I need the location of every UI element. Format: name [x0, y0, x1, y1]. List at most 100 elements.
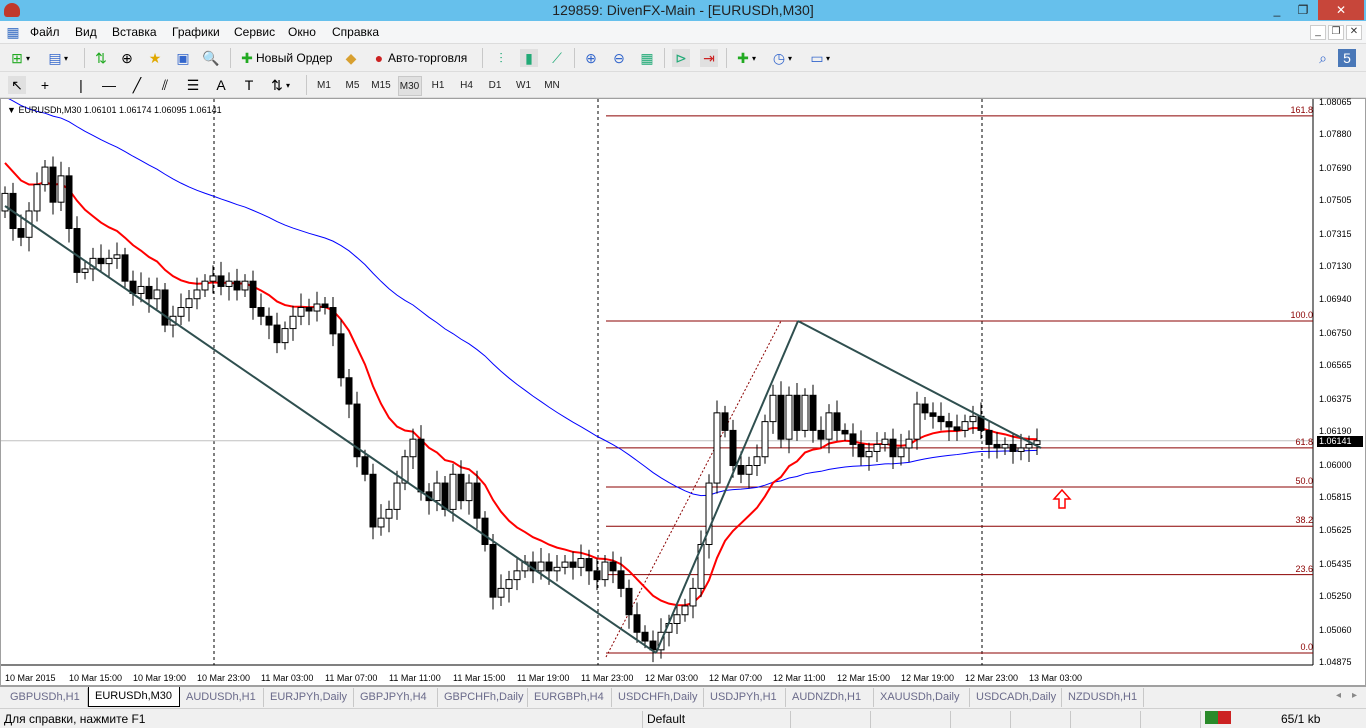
auto-trading-button[interactable]: ● Авто-торговля	[370, 48, 467, 68]
tab-usdchfh-daily[interactable]: USDCHFh,Daily	[612, 688, 704, 707]
tab-gbpusdh-h1[interactable]: GBPUSDh,H1	[4, 688, 88, 707]
chevron-down-icon[interactable]: ▾	[26, 54, 30, 63]
text-label-icon[interactable]: T	[240, 76, 258, 94]
connection-bars-icon	[1205, 711, 1231, 724]
timeframe-w1[interactable]: W1	[512, 76, 536, 96]
candle-body	[761, 421, 769, 458]
menu-file[interactable]: Файл	[30, 25, 60, 39]
chart-window-icon: ▦	[6, 24, 20, 40]
timeframe-m30[interactable]: M30	[397, 76, 422, 96]
tab-usdjpyh-h1[interactable]: USDJPYh,H1	[704, 688, 786, 707]
chevron-down-icon[interactable]: ▾	[64, 54, 68, 63]
chevron-down-icon[interactable]: ▾	[286, 81, 290, 90]
tab-xauusdh-daily[interactable]: XAUUSDh,Daily	[874, 688, 970, 707]
price-axis-label: 1.07690	[1319, 162, 1352, 173]
menu-window[interactable]: Окно	[288, 25, 316, 39]
tile-windows-icon[interactable]: ▦	[638, 49, 656, 67]
tab-scroll-left-icon[interactable]: ◂	[1336, 690, 1341, 701]
candle-body	[873, 443, 881, 452]
tab-audusdh-h1[interactable]: AUDUSDh,H1	[180, 688, 264, 707]
candle-body	[577, 558, 585, 568]
market-watch-icon[interactable]: ⇅	[92, 49, 110, 67]
trendline-icon[interactable]: ╱	[128, 76, 146, 94]
menu-insert[interactable]: Вставка	[112, 25, 157, 39]
fibonacci-retracement-icon[interactable]: ☰	[184, 76, 202, 94]
metaeditor-icon[interactable]: ◆	[342, 49, 360, 67]
timeframe-mn[interactable]: MN	[540, 76, 564, 96]
candle-body	[633, 614, 641, 633]
tab-eurjpyh-daily[interactable]: EURJPYh,Daily	[264, 688, 354, 707]
timeframe-m1[interactable]: M1	[312, 76, 336, 96]
menu-view[interactable]: Вид	[75, 25, 97, 39]
arrows-icon[interactable]: ⇅	[268, 76, 286, 94]
collapse-triangle-icon[interactable]: ▼	[7, 105, 16, 115]
terminal-icon[interactable]: ▣	[174, 49, 192, 67]
candle-body	[745, 465, 753, 475]
auto-scroll-icon[interactable]: ⊳	[672, 49, 690, 67]
new-chart-icon[interactable]: ⊞	[8, 49, 26, 67]
candlestick-icon[interactable]: ▮	[520, 49, 538, 67]
tab-gbpchfh-daily[interactable]: GBPCHFh,Daily	[438, 688, 528, 707]
equidistant-channel-icon[interactable]: ⫽	[156, 76, 174, 94]
timeframe-m15[interactable]: M15	[369, 76, 393, 96]
menu-charts[interactable]: Графики	[172, 25, 220, 39]
timeframe-m5[interactable]: M5	[341, 76, 365, 96]
candle-body	[849, 433, 857, 445]
vertical-line-icon[interactable]: |	[72, 76, 90, 94]
candle-body	[41, 166, 49, 186]
candle-body	[33, 184, 41, 212]
price-chart[interactable]	[1, 99, 1366, 687]
tab-scroll-right-icon[interactable]: ▸	[1352, 690, 1357, 701]
candle-body	[161, 289, 169, 326]
crosshair-icon[interactable]: +	[36, 76, 54, 94]
data-window-icon[interactable]: ⊕	[118, 49, 136, 67]
timeframe-h1[interactable]: H1	[426, 76, 450, 96]
strategy-tester-icon[interactable]: 🔍	[202, 49, 220, 67]
candle-body	[305, 307, 313, 312]
tab-gbpjpyh-h4[interactable]: GBPJPYh,H4	[354, 688, 438, 707]
time-axis-label: 11 Mar 07:00	[325, 673, 378, 683]
templates-icon[interactable]: ▭	[808, 49, 826, 67]
profiles-icon[interactable]: ▤	[46, 49, 64, 67]
tab-eurusdh-m30[interactable]: EURUSDh,M30	[88, 687, 180, 707]
mql5-community-icon[interactable]: 5	[1338, 49, 1356, 67]
line-chart-icon[interactable]: ⟋	[548, 49, 566, 67]
bar-chart-icon[interactable]: ⫶	[492, 49, 510, 67]
minimize-button[interactable]: _	[1264, 0, 1290, 20]
mdi-minimize-button[interactable]: _	[1310, 25, 1326, 40]
horizontal-line-icon[interactable]: —	[100, 76, 118, 94]
cursor-icon[interactable]: ↖	[8, 76, 26, 94]
candle-body	[345, 377, 353, 405]
menu-tools[interactable]: Сервис	[234, 25, 275, 39]
candle-body	[809, 394, 817, 431]
text-icon[interactable]: A	[212, 76, 230, 94]
mdi-restore-button[interactable]: ❐	[1328, 25, 1344, 40]
navigator-icon[interactable]: ★	[146, 49, 164, 67]
status-cell	[870, 711, 950, 728]
zoom-out-icon[interactable]: ⊖	[610, 49, 628, 67]
maximize-button[interactable]: ❐	[1290, 0, 1316, 20]
candle-body	[481, 517, 489, 546]
mdi-close-button[interactable]: ✕	[1346, 25, 1362, 40]
candle-body	[409, 438, 417, 458]
chart-window[interactable]: ▼ EURUSDh,M30 1.06101 1.06174 1.06095 1.…	[0, 97, 1366, 687]
new-order-button[interactable]: ✚ Новый Ордер	[238, 48, 332, 68]
candle-body	[585, 558, 593, 572]
timeframe-d1[interactable]: D1	[483, 76, 507, 96]
periods-clock-icon[interactable]: ◷	[770, 49, 788, 67]
close-button[interactable]: ✕	[1318, 0, 1364, 20]
tab-usdcadh-daily[interactable]: USDCADh,Daily	[970, 688, 1062, 707]
chevron-down-icon[interactable]: ▾	[752, 54, 756, 63]
timeframe-h4[interactable]: H4	[455, 76, 479, 96]
tab-nzdusdh-h1[interactable]: NZDUSDh,H1	[1062, 688, 1144, 707]
menu-help[interactable]: Справка	[332, 25, 379, 39]
search-icon[interactable]: ⌕	[1314, 49, 1332, 67]
chevron-down-icon[interactable]: ▾	[826, 54, 830, 63]
tab-audnzdh-h1[interactable]: AUDNZDh,H1	[786, 688, 874, 707]
indicators-icon[interactable]: ✚	[734, 49, 752, 67]
chart-shift-icon[interactable]: ⇥	[700, 49, 718, 67]
zoom-in-icon[interactable]: ⊕	[582, 49, 600, 67]
tab-eurgbph-h4[interactable]: EURGBPh,H4	[528, 688, 612, 707]
window-title: 129859: DivenFX-Main - [EURUSDh,M30]	[552, 2, 814, 18]
chevron-down-icon[interactable]: ▾	[788, 54, 792, 63]
